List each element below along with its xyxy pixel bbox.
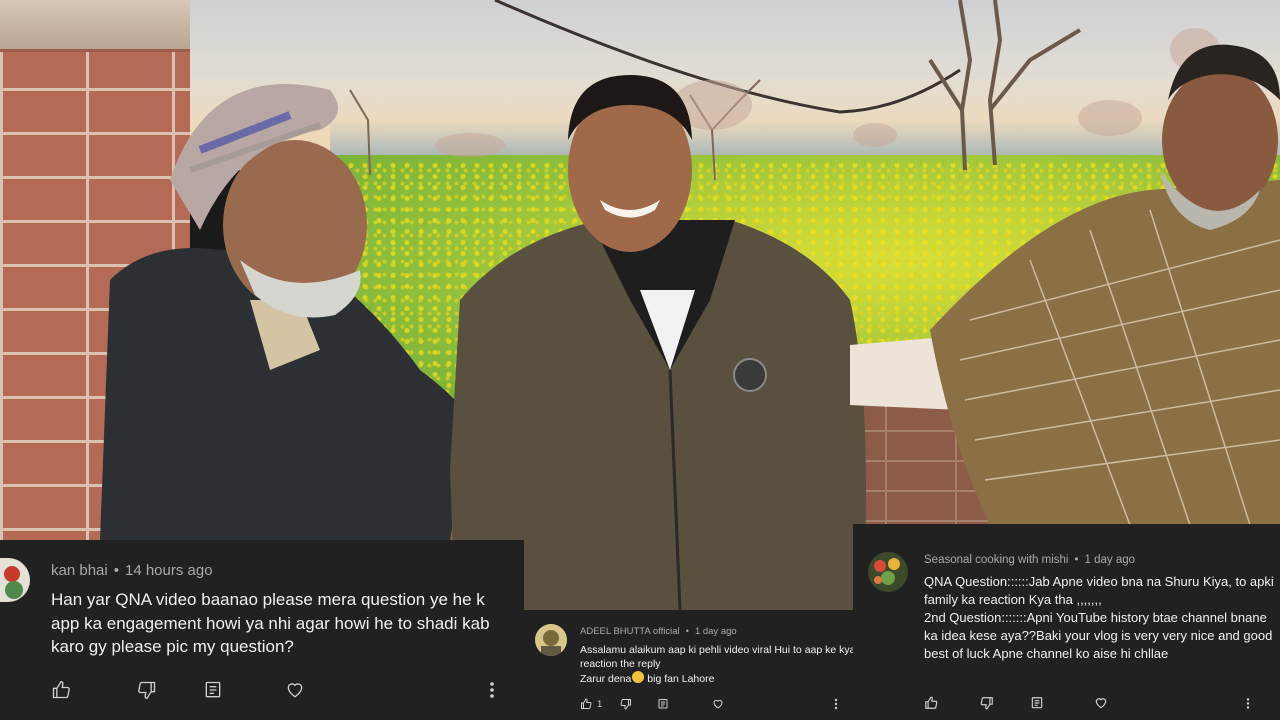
comment-line-3-text: big fan Lahore — [644, 673, 715, 685]
dislike-button[interactable] — [620, 698, 632, 710]
right-man — [850, 44, 1280, 526]
comment-line-1: QNA Question::::::Jab Apne video bna na … — [924, 574, 1274, 607]
separator-dot: • — [113, 562, 119, 579]
reply-icon — [1031, 697, 1043, 709]
comment-text: Han yar QNA video baanao please mera que… — [51, 590, 490, 656]
comment-actions — [924, 696, 1250, 710]
thumbs-up-icon — [52, 680, 70, 699]
like-button[interactable]: 1 — [580, 698, 602, 710]
more-button[interactable] — [489, 681, 495, 699]
more-button[interactable] — [1246, 697, 1250, 710]
comment-card-3: Seasonal cooking with mishi • 1 day ago QN… — [853, 524, 1280, 720]
center-man — [450, 75, 866, 610]
comment-time[interactable]: 14 hours ago — [125, 562, 213, 579]
heart-button[interactable] — [285, 680, 305, 700]
like-button[interactable] — [51, 680, 71, 700]
comment-card-2: ADEEL BHUTTA official • 1 day ago Assalamu… — [522, 610, 870, 720]
comment-line-2: Zarur dena big fan Lahore — [580, 671, 860, 686]
smile-emoji-icon — [632, 671, 645, 683]
comment-line-1: Assalamu alaikum aap ki pehli video vira… — [580, 644, 856, 670]
heart-icon — [1095, 698, 1107, 709]
heart-icon — [713, 699, 723, 709]
reply-button[interactable] — [657, 698, 669, 710]
reply-button[interactable] — [1030, 696, 1044, 710]
comment-meta: ADEEL BHUTTA official • 1 day ago — [580, 626, 737, 637]
heart-button[interactable] — [712, 698, 724, 710]
comment-meta: kan bhai • 14 hours ago — [51, 562, 213, 579]
like-button[interactable] — [924, 696, 938, 710]
comment-text: Assalamu alaikum aap ki pehli video vira… — [580, 643, 860, 686]
separator-dot: • — [685, 626, 689, 637]
comment-meta: Seasonal cooking with mishi • 1 day ago — [924, 554, 1135, 566]
thumbs-up-icon — [925, 696, 938, 709]
wall-top-cloth — [0, 0, 190, 52]
comment-author[interactable]: ADEEL BHUTTA official — [580, 626, 680, 637]
more-vert-icon — [835, 698, 838, 710]
comment-actions — [51, 680, 495, 700]
comment-card-1: kan bhai • 14 hours ago Han yar QNA video … — [0, 540, 524, 720]
thumbs-down-icon — [620, 699, 632, 710]
heart-icon — [287, 683, 303, 698]
comment-time[interactable]: 1 day ago — [1085, 554, 1136, 566]
separator-dot: • — [1074, 554, 1079, 566]
avatar[interactable] — [868, 552, 908, 592]
comment-author[interactable]: kan bhai — [51, 562, 108, 579]
dislike-button[interactable] — [137, 680, 157, 700]
comment-time[interactable]: 1 day ago — [695, 626, 737, 637]
reply-button[interactable] — [203, 680, 223, 700]
more-button[interactable] — [834, 698, 838, 710]
more-vert-icon — [490, 682, 494, 698]
thumbs-up-icon — [581, 698, 592, 709]
avatar[interactable] — [0, 558, 30, 602]
heart-button[interactable] — [1094, 696, 1108, 710]
comment-author[interactable]: Seasonal cooking with mishi — [924, 554, 1068, 566]
dislike-button[interactable] — [980, 696, 994, 710]
thumbs-down-icon — [138, 681, 156, 700]
comment-actions: 1 — [580, 698, 838, 710]
comment-line-2: 2nd Question:::::::Apni YouTube history … — [924, 610, 1273, 661]
left-man — [100, 84, 470, 540]
comment-text: QNA Question::::::Jab Apne video bna na … — [924, 573, 1274, 663]
avatar[interactable] — [535, 624, 567, 656]
more-vert-icon — [1246, 697, 1250, 709]
reply-icon — [658, 699, 668, 709]
reply-icon — [205, 681, 221, 698]
comment-line-2-text: Zarur dena — [580, 673, 632, 685]
thumbs-down-icon — [980, 697, 993, 710]
like-count: 1 — [597, 698, 603, 710]
